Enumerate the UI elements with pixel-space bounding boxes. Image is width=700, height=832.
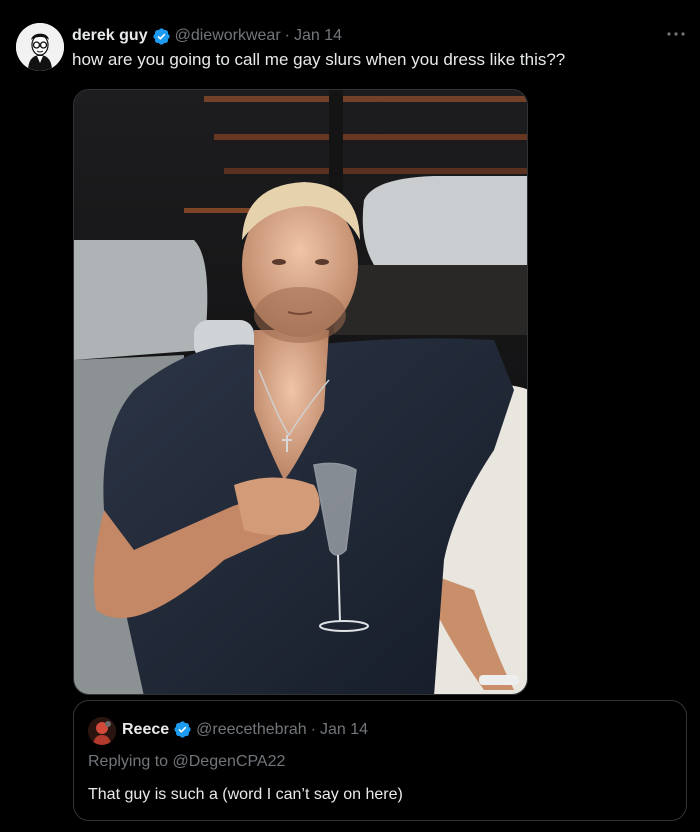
replying-to-mention[interactable]: @DegenCPA22 (173, 753, 286, 770)
more-horizontal-icon[interactable] (664, 24, 688, 44)
separator-dot: · (284, 27, 290, 44)
quote-text: That guy is such a (word I can’t say on … (88, 786, 403, 803)
quote-header: Reece @reecethebrah · Jan 14 (122, 720, 368, 739)
replying-to-prefix: Replying to (88, 753, 173, 770)
post-photo-image (74, 90, 527, 694)
replying-to: Replying to @DegenCPA22 (88, 753, 285, 771)
verified-badge-icon (152, 27, 171, 46)
quote-date[interactable]: Jan 14 (320, 721, 368, 739)
author-avatar[interactable] (16, 23, 64, 71)
post-header: derek guy @dieworkwear · Jan 14 (72, 25, 680, 47)
quote-author-avatar[interactable] (88, 717, 116, 745)
author-avatar-illustration (16, 23, 64, 71)
quoted-post[interactable]: Reece @reecethebrah · Jan 14 Replying to… (73, 700, 687, 821)
quote-avatar-illustration (88, 717, 116, 745)
post-date[interactable]: Jan 14 (294, 27, 342, 45)
separator-dot: · (310, 720, 317, 738)
post-text: how are you going to call me gay slurs w… (72, 50, 566, 69)
quote-author-name[interactable]: Reece (122, 721, 169, 739)
verified-badge-icon (173, 720, 192, 739)
author-name[interactable]: derek guy (72, 27, 148, 45)
quote-author-handle[interactable]: @reecethebrah (196, 721, 307, 739)
post-photo[interactable] (73, 89, 528, 695)
author-handle[interactable]: @dieworkwear (175, 27, 281, 45)
